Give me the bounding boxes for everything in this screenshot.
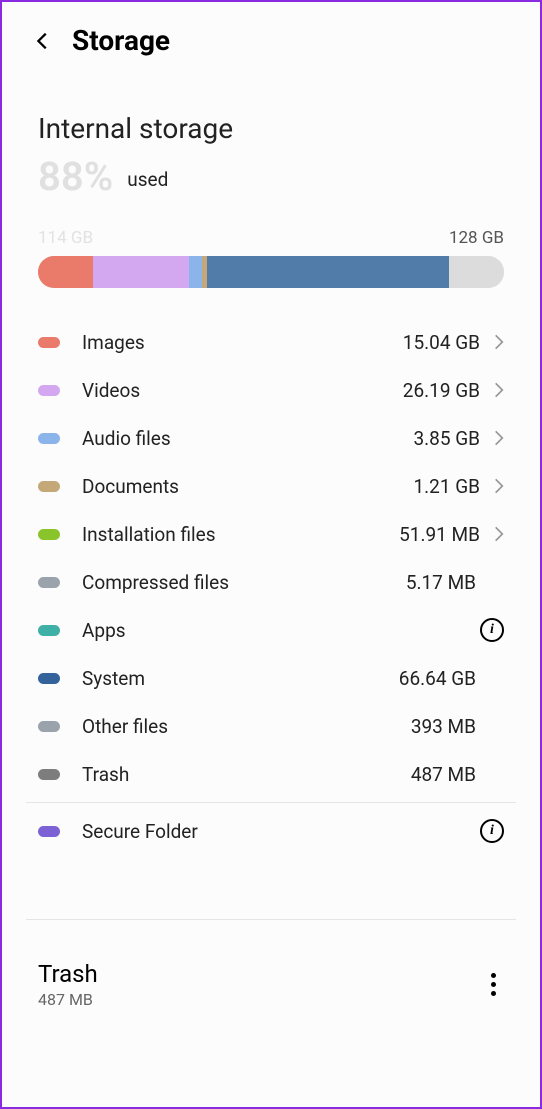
category-color-dot <box>38 826 60 837</box>
category-size: 15.04 GB <box>403 331 480 354</box>
category-row[interactable]: System66.64 GB <box>38 654 504 702</box>
category-color-dot <box>38 529 60 540</box>
category-color-dot <box>38 481 60 492</box>
back-icon[interactable] <box>32 30 54 52</box>
category-label: Apps <box>82 619 480 642</box>
category-size: 393 MB <box>411 715 476 738</box>
info-icon[interactable]: i <box>480 819 504 843</box>
trash-size: 487 MB <box>38 990 483 1009</box>
trash-title: Trash <box>38 960 483 988</box>
category-size: 51.91 MB <box>399 523 480 546</box>
chevron-right-icon <box>494 381 504 399</box>
header: Storage <box>2 2 540 67</box>
category-label: System <box>82 667 399 690</box>
used-label: used <box>127 168 168 191</box>
category-label: Audio files <box>82 427 413 450</box>
bar-segment <box>38 256 93 288</box>
bar-segment <box>189 256 203 288</box>
chevron-right-icon <box>494 525 504 543</box>
storage-bar <box>38 256 504 288</box>
category-label: Other files <box>82 715 411 738</box>
category-color-dot <box>38 433 60 444</box>
category-label: Secure Folder <box>82 820 480 843</box>
category-size: 3.85 GB <box>413 427 480 450</box>
category-size: 1.21 GB <box>413 475 480 498</box>
category-row[interactable]: Videos26.19 GB <box>38 366 504 414</box>
usage-percent: 88% <box>38 153 113 200</box>
category-size: 26.19 GB <box>403 379 480 402</box>
category-row[interactable]: Audio files3.85 GB <box>38 414 504 462</box>
chevron-right-icon <box>494 477 504 495</box>
category-row[interactable]: Installation files51.91 MB <box>38 510 504 558</box>
chevron-right-icon <box>494 333 504 351</box>
category-label: Compressed files <box>82 571 406 594</box>
category-label: Documents <box>82 475 413 498</box>
category-row[interactable]: Documents1.21 GB <box>38 462 504 510</box>
category-size: 487 MB <box>411 763 476 786</box>
usage-row: 88% used <box>2 153 540 200</box>
category-row[interactable]: Images15.04 GB <box>38 318 504 366</box>
more-menu-icon[interactable] <box>483 965 504 1004</box>
category-row[interactable]: Other files393 MB <box>38 702 504 750</box>
category-color-dot <box>38 337 60 348</box>
bar-used-label: 114 GB <box>38 228 93 248</box>
category-label: Images <box>82 331 403 354</box>
category-row[interactable]: Trash487 MB <box>38 750 504 798</box>
section-title: Internal storage <box>2 67 540 153</box>
bar-segment <box>93 256 189 288</box>
divider <box>26 919 516 920</box>
divider <box>26 802 516 803</box>
category-list: Images15.04 GBVideos26.19 GBAudio files3… <box>2 318 540 855</box>
category-size: 5.17 MB <box>406 571 476 594</box>
category-row[interactable]: Compressed files5.17 MB <box>38 558 504 606</box>
category-color-dot <box>38 385 60 396</box>
category-label: Videos <box>82 379 403 402</box>
category-label: Trash <box>82 763 411 786</box>
bar-total-label: 128 GB <box>449 228 504 248</box>
bar-labels: 114 GB 128 GB <box>2 200 540 252</box>
category-color-dot <box>38 673 60 684</box>
bar-segment <box>449 256 504 288</box>
info-icon[interactable]: i <box>480 618 504 642</box>
category-label: Installation files <box>82 523 399 546</box>
bar-segment <box>207 256 450 288</box>
category-color-dot <box>38 721 60 732</box>
category-color-dot <box>38 625 60 636</box>
category-row[interactable]: Appsi <box>38 606 504 654</box>
category-color-dot <box>38 769 60 780</box>
category-color-dot <box>38 577 60 588</box>
trash-section[interactable]: Trash 487 MB <box>2 924 540 1009</box>
category-size: 66.64 GB <box>399 667 476 690</box>
page-title: Storage <box>72 24 170 57</box>
chevron-right-icon <box>494 429 504 447</box>
category-row[interactable]: Secure Folderi <box>38 807 504 855</box>
